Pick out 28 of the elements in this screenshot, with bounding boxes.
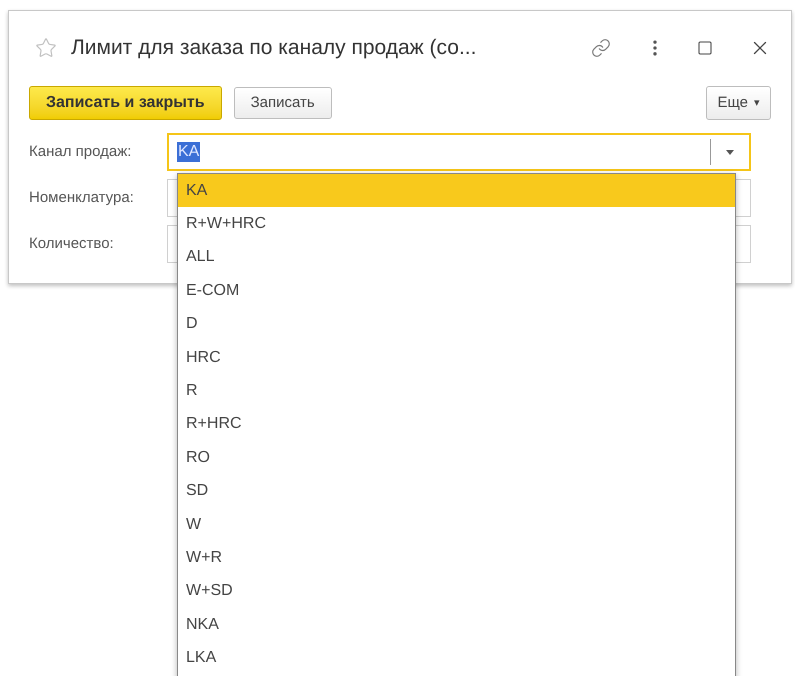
window-title: Лимит для заказа по каналу продаж (со... [71,35,476,62]
dropdown-item[interactable]: D [178,308,735,341]
dropdown-item[interactable]: HRC [178,340,735,374]
save-and-close-button[interactable]: Записать и закрыть [29,86,222,120]
save-button[interactable]: Записать [234,87,332,119]
dropdown-item[interactable]: R+W+HRC [178,207,735,241]
field-label: Количество: [29,234,115,254]
link-icon[interactable] [591,38,611,58]
maximize-icon[interactable] [697,40,713,56]
dropdown-item[interactable]: LKA [178,641,735,675]
dropdown-item[interactable]: SD [178,474,735,508]
dropdown-item[interactable]: W+SD [178,574,735,608]
dropdown-item[interactable]: RO [178,441,735,475]
dropdown-arrow-icon[interactable] [726,150,734,154]
more-button[interactable]: Еще ▾ [706,86,771,120]
dropdown-item[interactable]: NKA [178,608,735,642]
dropdown-item[interactable]: R [178,374,735,408]
field-label: Номенклатура: [29,188,135,208]
selected-text: KA [177,142,200,162]
star-icon[interactable] [35,37,57,59]
dropdown-item[interactable]: R+HRC [178,408,735,442]
dropdown-item[interactable]: KA [178,174,735,208]
field-label: Канал продаж: [29,142,132,162]
dropdown-item[interactable]: W+R [178,541,735,575]
input-field[interactable]: KA [167,133,751,171]
dropdown-item[interactable]: ALL [178,240,735,274]
dropdown-item[interactable]: W [178,508,735,542]
dropdown-item[interactable]: E-COM [178,274,735,308]
